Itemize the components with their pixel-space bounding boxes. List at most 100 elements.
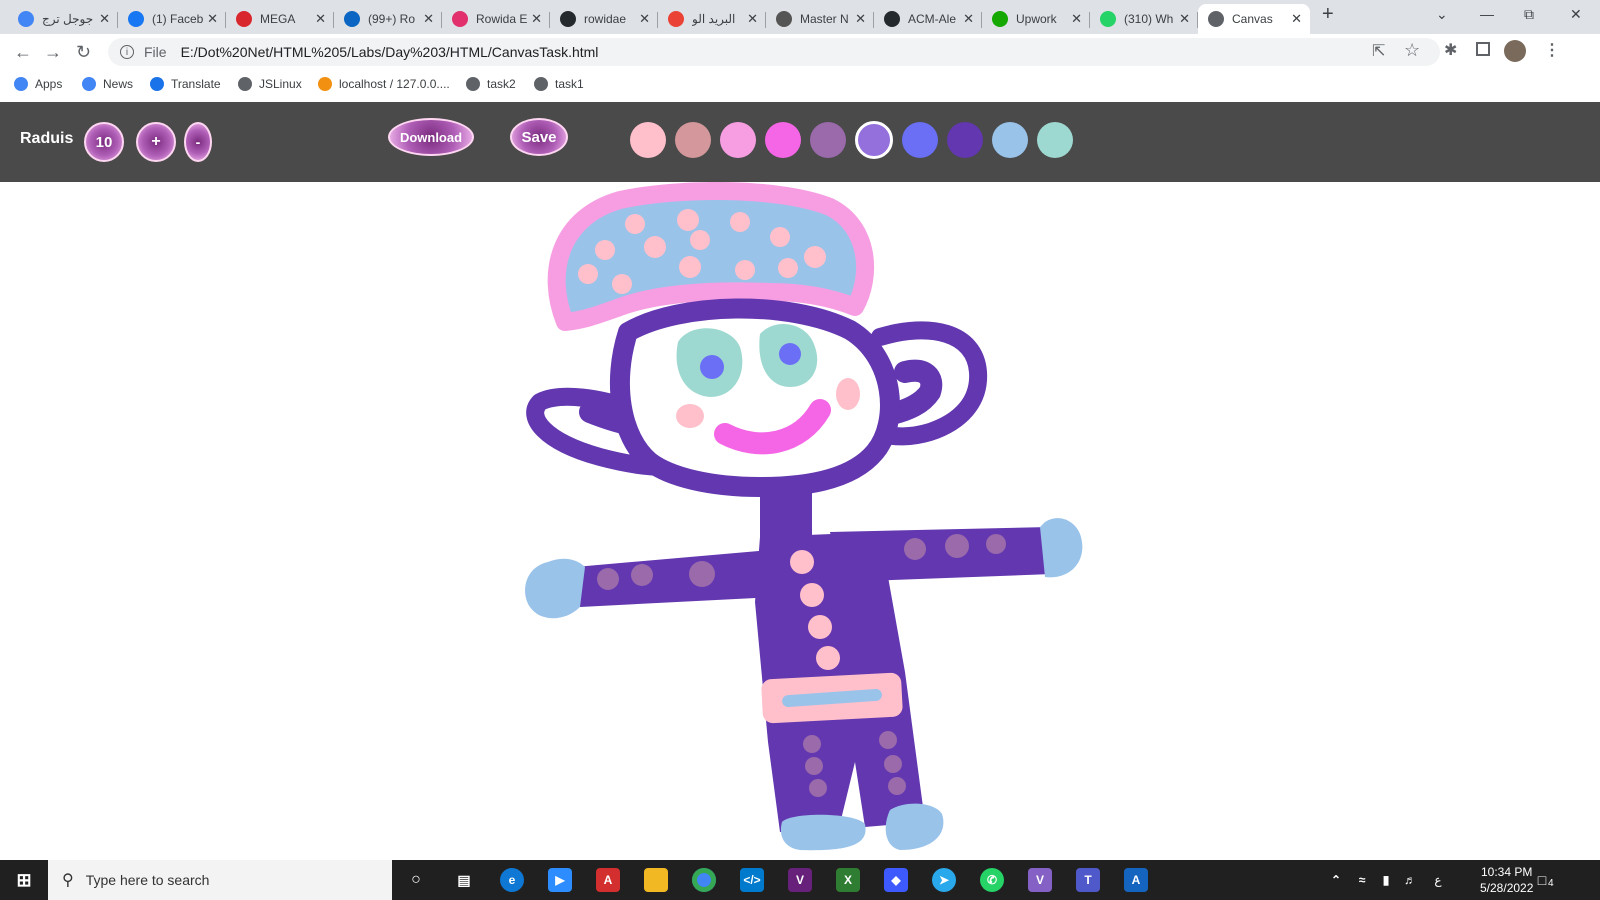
minimize-icon[interactable]: —: [1480, 6, 1494, 22]
color-swatch[interactable]: [902, 122, 938, 158]
color-swatch[interactable]: [855, 121, 893, 159]
browser-tab[interactable]: (1) Faceb ✕: [118, 4, 226, 34]
close-tab-icon[interactable]: ✕: [423, 11, 434, 27]
close-tab-icon[interactable]: ✕: [963, 11, 974, 27]
vscode-icon[interactable]: </>: [740, 868, 764, 892]
menu-kebab-icon[interactable]: ⋮: [1544, 40, 1560, 60]
excel-icon[interactable]: X: [836, 868, 860, 892]
radius-decrease-button[interactable]: -: [184, 122, 212, 162]
browser-tab[interactable]: Upwork ✕: [982, 4, 1090, 34]
color-swatch[interactable]: [630, 122, 666, 158]
save-button[interactable]: Save: [510, 118, 568, 156]
windows-taskbar: ⊞ ⚲ Type here to search ○ ▤ e ▶ A </> V …: [0, 860, 1600, 900]
wifi-icon[interactable]: ≈: [1350, 868, 1374, 892]
browser-tab[interactable]: Canvas ✕: [1198, 4, 1310, 34]
site-info-icon[interactable]: i: [120, 45, 134, 59]
acrobat-icon[interactable]: A: [596, 868, 620, 892]
bookmark-item[interactable]: localhost / 127.0.0....: [318, 77, 450, 91]
neck: [760, 482, 812, 542]
new-tab-button[interactable]: +: [1322, 3, 1334, 26]
kid-drawing: [525, 182, 1083, 851]
tray-chevron-icon[interactable]: ⌃: [1324, 868, 1348, 892]
share-icon[interactable]: ⇱: [1372, 41, 1385, 61]
tab-title: ACM-Ale: [908, 12, 957, 26]
whatsapp-icon[interactable]: ✆: [980, 868, 1004, 892]
chrome-icon[interactable]: [692, 868, 716, 892]
taskbar-search-box[interactable]: ⚲ Type here to search: [48, 860, 392, 900]
bookmark-item[interactable]: News: [82, 77, 133, 91]
telegram-icon[interactable]: ➤: [932, 868, 956, 892]
profile-avatar[interactable]: [1504, 40, 1526, 62]
volume-icon[interactable]: ♬: [1398, 868, 1422, 892]
close-tab-icon[interactable]: ✕: [1179, 11, 1190, 27]
window-close-icon[interactable]: ✕: [1570, 6, 1582, 23]
browser-tab[interactable]: البريد الو ✕: [658, 4, 766, 34]
address-url[interactable]: E:/Dot%20Net/HTML%205/Labs/Day%203/HTML/…: [181, 44, 599, 60]
windows-start-icon[interactable]: ⊞: [12, 868, 36, 892]
color-swatch[interactable]: [1037, 122, 1073, 158]
battery-icon[interactable]: ▮: [1374, 868, 1398, 892]
extensions-icon[interactable]: ✱: [1444, 40, 1457, 60]
visual-studio-2-icon[interactable]: V: [1028, 868, 1052, 892]
browser-tab[interactable]: ACM-Ale ✕: [874, 4, 982, 34]
color-swatch[interactable]: [992, 122, 1028, 158]
cortana-icon[interactable]: ○: [404, 868, 428, 892]
browser-tab[interactable]: جوجل ترج ✕: [8, 4, 118, 34]
color-swatch[interactable]: [765, 122, 801, 158]
tab-title: جوجل ترج: [42, 12, 94, 26]
close-tab-icon[interactable]: ✕: [855, 11, 866, 27]
bookmark-item[interactable]: Apps: [14, 77, 62, 91]
side-panel-icon[interactable]: [1476, 42, 1490, 56]
address-bar[interactable]: i File E:/Dot%20Net/HTML%205/Labs/Day%20…: [108, 38, 1440, 66]
download-button[interactable]: Download: [388, 118, 474, 156]
browser-tab[interactable]: MEGA ✕: [226, 4, 334, 34]
restore-icon[interactable]: ⧉: [1524, 6, 1534, 23]
git-icon[interactable]: ◆: [884, 868, 908, 892]
close-tab-icon[interactable]: ✕: [639, 11, 650, 27]
close-tab-icon[interactable]: ✕: [207, 11, 218, 27]
task-view-icon[interactable]: ▤: [452, 868, 476, 892]
close-tab-icon[interactable]: ✕: [531, 11, 542, 27]
clock-time: 10:34 PM: [1481, 865, 1533, 879]
bookmark-item[interactable]: task2: [466, 77, 516, 91]
radius-increase-button[interactable]: +: [136, 122, 176, 162]
close-tab-icon[interactable]: ✕: [99, 11, 110, 27]
reload-icon[interactable]: ↻: [76, 42, 91, 63]
color-swatch[interactable]: [810, 122, 846, 158]
bookmark-star-icon[interactable]: ☆: [1404, 40, 1420, 61]
bookmark-item[interactable]: Translate: [150, 77, 221, 91]
browser-tab[interactable]: (310) Wh ✕: [1090, 4, 1198, 34]
github-icon: [884, 11, 900, 27]
zoom-icon[interactable]: ▶: [548, 868, 572, 892]
file-explorer-icon[interactable]: [644, 868, 668, 892]
browser-tab[interactable]: Rowida E ✕: [442, 4, 550, 34]
visual-studio-icon[interactable]: V: [788, 868, 812, 892]
color-swatch[interactable]: [720, 122, 756, 158]
back-icon[interactable]: ←: [14, 42, 32, 63]
teams-icon[interactable]: T: [1076, 868, 1100, 892]
app-a-icon[interactable]: A: [1124, 868, 1148, 892]
color-swatch[interactable]: [947, 122, 983, 158]
browser-tab[interactable]: rowidae ✕: [550, 4, 658, 34]
close-tab-icon[interactable]: ✕: [315, 11, 326, 27]
tab-title: Canvas: [1232, 12, 1273, 26]
tab-search-icon[interactable]: ⌄: [1436, 6, 1448, 23]
edge-icon[interactable]: e: [500, 868, 524, 892]
close-tab-icon[interactable]: ✕: [1291, 11, 1302, 27]
left-pupil: [700, 355, 724, 379]
left-hand: [525, 558, 585, 619]
language-indicator[interactable]: ع: [1426, 868, 1450, 892]
bookmark-item[interactable]: task1: [534, 77, 584, 91]
clock-date: 5/28/2022: [1480, 881, 1534, 895]
forward-icon[interactable]: →: [44, 42, 62, 63]
browser-tab[interactable]: Master N ✕: [766, 4, 874, 34]
drawing-canvas[interactable]: [0, 182, 1600, 860]
bookmark-label: task2: [487, 77, 516, 91]
browser-tab[interactable]: (99+) Ro ✕: [334, 4, 442, 34]
close-tab-icon[interactable]: ✕: [747, 11, 758, 27]
taskbar-clock[interactable]: 10:34 PM 5/28/2022: [1480, 864, 1533, 896]
close-tab-icon[interactable]: ✕: [1071, 11, 1082, 27]
search-icon: ⚲: [62, 872, 74, 889]
bookmark-item[interactable]: JSLinux: [238, 77, 302, 91]
color-swatch[interactable]: [675, 122, 711, 158]
